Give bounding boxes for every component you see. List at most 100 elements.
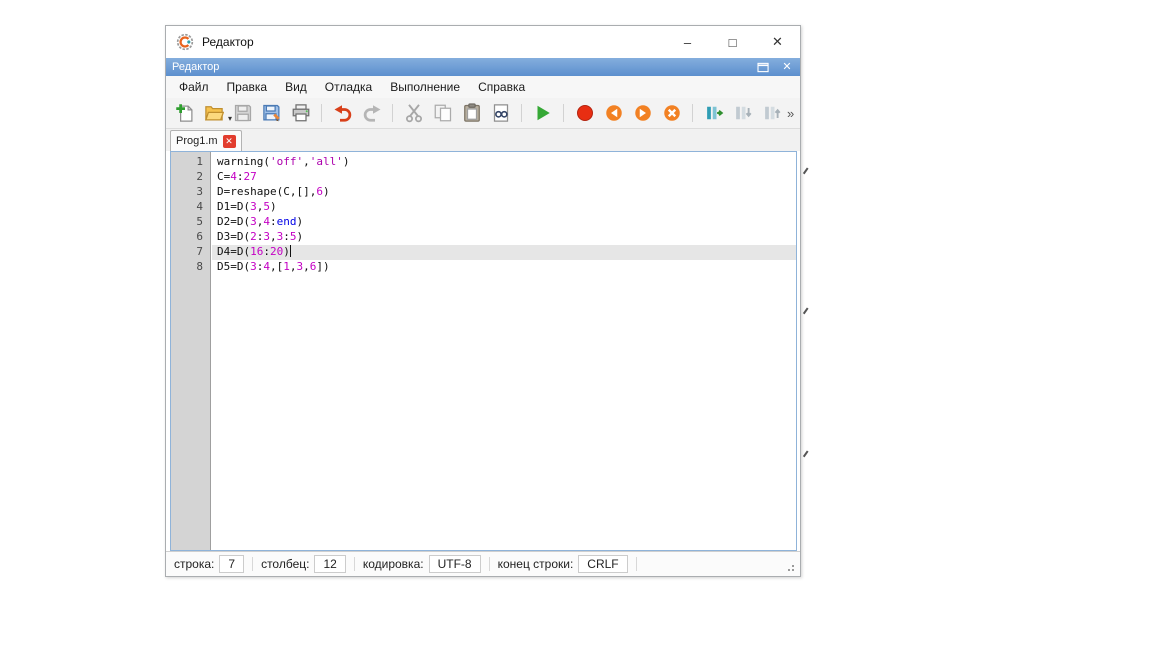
status-value: 12 [314,555,345,573]
code-line[interactable]: warning('off','all') [212,155,796,170]
run-icon[interactable] [530,101,555,126]
tab-bar: Prog1.m ✕ [166,129,800,151]
code-line[interactable]: D=reshape(C,[],6) [212,185,796,200]
code-token: 1 [283,260,290,273]
undock-button[interactable] [756,61,770,74]
redo-icon[interactable] [359,101,384,126]
dock-header[interactable]: Редактор ✕ [166,58,800,76]
code-token: D2=D( [217,215,250,228]
status-value: 7 [219,555,244,573]
text-caret [290,245,291,257]
status-separator [489,557,490,571]
step-in-icon[interactable] [730,101,755,126]
code-token: C= [217,170,230,183]
code-token: ) [283,245,290,258]
status-label: конец строки: [498,557,574,571]
status-label: столбец: [261,557,309,571]
code-token: 16 [250,245,263,258]
line-number[interactable]: 4 [171,200,210,215]
line-number[interactable]: 5 [171,215,210,230]
open-icon[interactable]: ▾ [201,101,226,126]
cut-icon[interactable] [401,101,426,126]
code-token: D=reshape(C,[], [217,185,316,198]
save-as-icon[interactable] [259,101,284,126]
menu-view[interactable]: Вид [276,77,316,97]
code-line[interactable]: D2=D(3,4:end) [212,215,796,230]
minimize-button[interactable]: – [665,26,710,58]
line-number[interactable]: 2 [171,170,210,185]
new-script-icon[interactable] [172,101,197,126]
step-icon[interactable] [701,101,726,126]
code-editor[interactable]: 12345678 warning('off','all')C=4:27D=res… [170,151,797,551]
line-number[interactable]: 7 [171,245,210,260]
step-out-icon[interactable] [759,101,784,126]
splitter-mark-icon [803,450,808,457]
code-token: 4 [263,260,270,273]
code-token: ) [297,215,304,228]
next-breakpoint-icon[interactable] [630,101,655,126]
tab-label: Prog1.m [176,135,218,147]
code-token: 2 [250,230,257,243]
line-number[interactable]: 3 [171,185,210,200]
code-token: , [270,230,277,243]
code-token: 3 [250,260,257,273]
paste-icon[interactable] [459,101,484,126]
status-label: строка: [174,557,214,571]
code-token: 3 [250,200,257,213]
menu-debug[interactable]: Отладка [316,77,381,97]
toolbar-separator [392,104,393,122]
status-separator [252,557,253,571]
line-number[interactable]: 8 [171,260,210,275]
menu-file[interactable]: Файл [170,77,218,97]
close-button[interactable]: ✕ [755,26,800,58]
remove-breakpoints-icon[interactable] [659,101,684,126]
undo-icon[interactable] [330,101,355,126]
code-token: 3 [263,230,270,243]
line-number[interactable]: 1 [171,155,210,170]
status-separator [354,557,355,571]
toolbar-overflow-button[interactable]: » [784,106,797,121]
dock-close-button[interactable]: ✕ [780,61,794,74]
code-token: 4 [263,215,270,228]
code-token: ) [270,200,277,213]
code-line[interactable]: D3=D(2:3,3:5) [212,230,796,245]
dock-buttons: ✕ [756,61,794,74]
print-icon[interactable] [288,101,313,126]
octave-logo-icon [176,33,194,51]
copy-icon[interactable] [430,101,455,126]
code-area[interactable]: warning('off','all')C=4:27D=reshape(C,[]… [212,152,796,550]
menu-edit[interactable]: Правка [218,77,277,97]
status-value: CRLF [578,555,627,573]
toggle-breakpoint-icon[interactable] [572,101,597,126]
code-token: 20 [270,245,283,258]
menu-help[interactable]: Справка [469,77,534,97]
code-token: 3 [250,215,257,228]
line-number-gutter[interactable]: 12345678 [171,152,211,550]
code-line[interactable]: D5=D(3:4,[1,3,6]) [212,260,796,275]
code-line[interactable]: C=4:27 [212,170,796,185]
code-line[interactable]: D1=D(3,5) [212,200,796,215]
save-icon[interactable] [230,101,255,126]
status-fields: строка:7столбец:12кодировка:UTF-8конец с… [174,555,645,573]
splitter-mark-icon [803,167,808,174]
toolbar-separator [692,104,693,122]
maximize-button[interactable]: □ [710,26,755,58]
tab-close-button[interactable]: ✕ [223,135,236,148]
code-token: D5=D( [217,260,250,273]
dock-splitter-handle[interactable] [801,25,807,577]
code-token: : [283,230,290,243]
title-bar[interactable]: Редактор – □ ✕ [166,26,800,58]
code-token: 'all' [310,155,343,168]
line-number[interactable]: 6 [171,230,210,245]
find-icon[interactable] [488,101,513,126]
code-token: : [270,215,277,228]
menu-bar: ФайлПравкаВидОтладкаВыполнениеСправка [166,76,800,98]
code-line[interactable]: D4=D(16:20) [212,245,796,260]
tab-prog1[interactable]: Prog1.m ✕ [170,130,242,151]
dock-title: Редактор [172,61,219,73]
code-token: ,[ [270,260,283,273]
previous-breakpoint-icon[interactable] [601,101,626,126]
menu-run[interactable]: Выполнение [381,77,469,97]
resize-grip-icon[interactable] [784,561,794,571]
splitter-mark-icon [803,307,808,314]
